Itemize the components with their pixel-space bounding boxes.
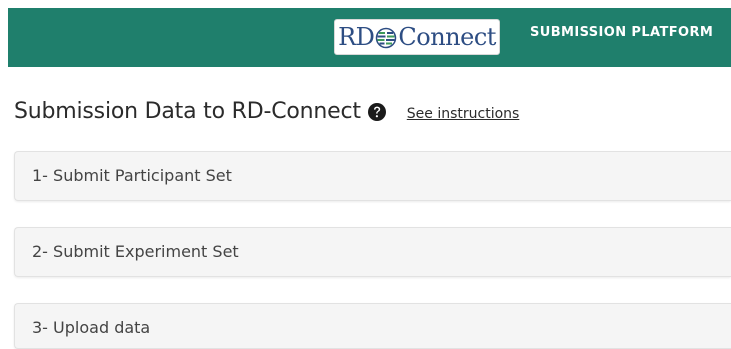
top-navbar: RD Connect SUBMISSION PLATFORM — [8, 8, 731, 67]
platform-label[interactable]: SUBMISSION PLATFORM — [530, 25, 713, 40]
globe-icon — [375, 27, 397, 49]
page-title: Submission Data to RD-Connect — [14, 99, 361, 124]
step-label: 2- Submit Experiment Set — [32, 242, 239, 261]
step-label: 1- Submit Participant Set — [32, 166, 232, 185]
step-panel-upload-data[interactable]: 3- Upload data — [14, 303, 731, 349]
logo-text-rd: RD — [338, 23, 375, 51]
rd-connect-logo[interactable]: RD Connect — [334, 19, 500, 55]
step-label: 3- Upload data — [32, 318, 151, 337]
question-circle-icon[interactable] — [367, 102, 387, 122]
step-panel-participant-set[interactable]: 1- Submit Participant Set — [14, 151, 731, 201]
step-panel-experiment-set[interactable]: 2- Submit Experiment Set — [14, 227, 731, 277]
logo-text-connect: Connect — [398, 23, 496, 51]
title-row: Submission Data to RD-Connect See instru… — [14, 99, 519, 124]
see-instructions-link[interactable]: See instructions — [407, 106, 520, 122]
